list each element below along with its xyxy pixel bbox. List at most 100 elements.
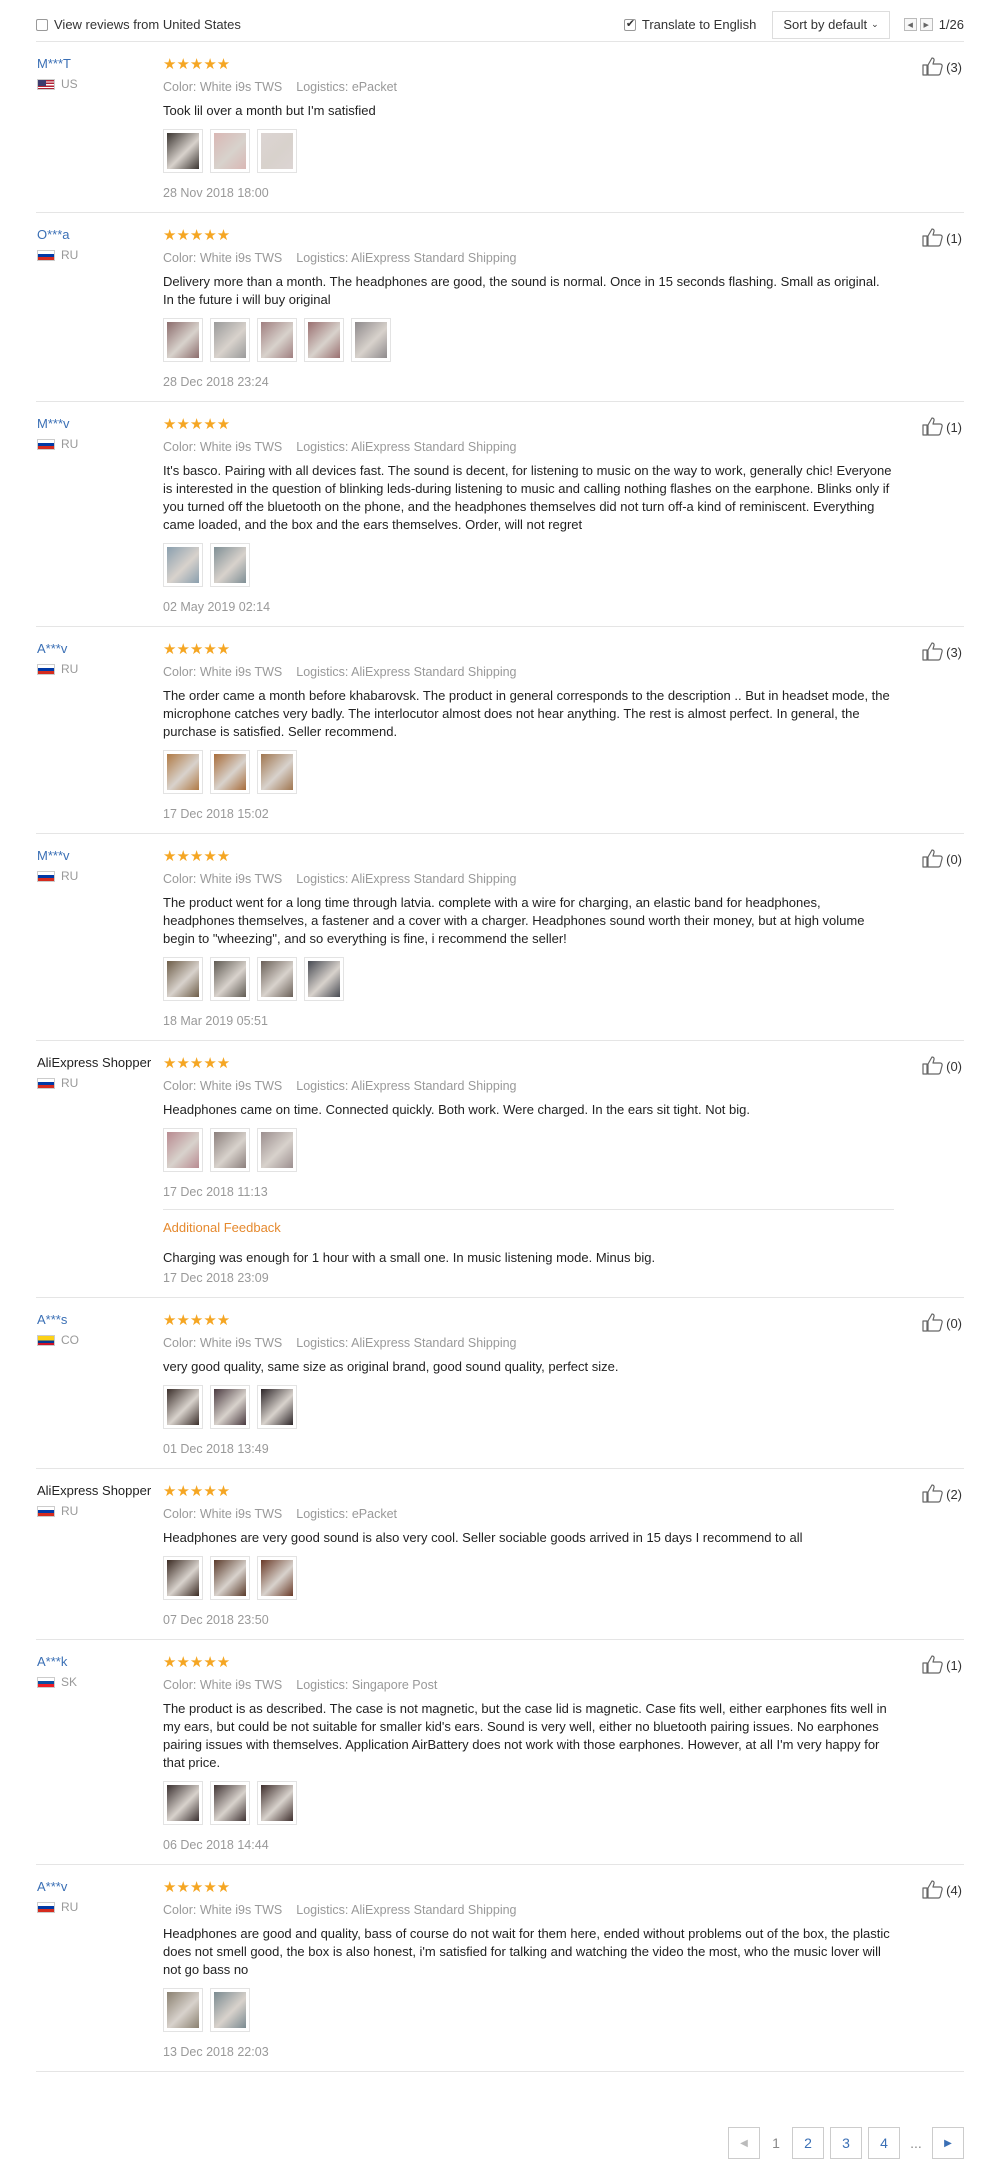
- reviewer-info: AliExpress Shopper RU: [37, 1055, 157, 1090]
- helpful-count: (3): [946, 60, 962, 75]
- review-photo[interactable]: [163, 957, 203, 1001]
- review-photo[interactable]: [304, 318, 344, 362]
- review-content: ★★★★★ Color: White i9s TWS Logistics: Sing…: [163, 1640, 964, 1864]
- pagination-ellipsis: ...: [906, 2127, 926, 2159]
- review-photo[interactable]: [163, 1128, 203, 1172]
- review-photo[interactable]: [163, 318, 203, 362]
- translate-toggle[interactable]: Translate to English: [623, 17, 757, 32]
- review-photo[interactable]: [351, 318, 391, 362]
- thumbs-up-icon: [922, 1055, 946, 1078]
- helpful-button[interactable]: (1): [922, 416, 962, 439]
- reviewer-name: AliExpress Shopper: [37, 1055, 152, 1070]
- flag-icon: [37, 1334, 55, 1346]
- sort-dropdown[interactable]: Sort by default ⌄: [772, 10, 890, 39]
- reviewer-name[interactable]: A***s: [37, 1312, 157, 1327]
- logistics: Logistics: Singapore Post: [296, 1678, 438, 1692]
- photo-thumbnail: [261, 1560, 293, 1596]
- review-photos: [163, 1128, 894, 1172]
- review-content: ★★★★★ Color: White i9s TWS Logistics: ePac…: [163, 1469, 964, 1639]
- review-photo[interactable]: [257, 1781, 297, 1825]
- review-photo[interactable]: [210, 1385, 250, 1429]
- helpful-button[interactable]: (3): [922, 56, 962, 79]
- review-photo[interactable]: [163, 1988, 203, 2032]
- review-photo[interactable]: [257, 1385, 297, 1429]
- review-text: very good quality, same size as original…: [163, 1359, 619, 1374]
- review-photos: [163, 1556, 894, 1600]
- photo-thumbnail: [167, 1389, 199, 1425]
- review-photo[interactable]: [163, 1556, 203, 1600]
- translate-checkbox[interactable]: [623, 17, 636, 31]
- product-color: Color: White i9s TWS: [163, 665, 283, 679]
- review-photo[interactable]: [304, 957, 344, 1001]
- review-photo[interactable]: [257, 129, 297, 173]
- photo-thumbnail: [261, 1132, 293, 1168]
- review-photo[interactable]: [210, 318, 250, 362]
- reviewer-name[interactable]: A***v: [37, 1879, 157, 1894]
- helpful-button[interactable]: (3): [922, 641, 962, 664]
- review-photo[interactable]: [257, 318, 297, 362]
- review-photo[interactable]: [257, 1128, 297, 1172]
- reviewer-info: O***a RU: [37, 227, 157, 262]
- review-photo[interactable]: [163, 1385, 203, 1429]
- photo-thumbnail: [214, 1785, 246, 1821]
- helpful-button[interactable]: (1): [922, 1654, 962, 1677]
- review-photo[interactable]: [210, 129, 250, 173]
- view-from-us-filter[interactable]: View reviews from United States: [36, 17, 241, 32]
- view-from-us-checkbox[interactable]: [36, 18, 48, 31]
- helpful-button[interactable]: (0): [922, 1055, 962, 1078]
- review-photo[interactable]: [163, 129, 203, 173]
- country-code: RU: [61, 1504, 79, 1518]
- review-date: 17 Dec 2018 11:13: [163, 1185, 268, 1199]
- translate-label: Translate to English: [641, 17, 757, 32]
- review-photo[interactable]: [210, 1988, 250, 2032]
- reviewer-name[interactable]: A***k: [37, 1654, 157, 1669]
- helpful-button[interactable]: (0): [922, 848, 962, 871]
- review-photo[interactable]: [210, 750, 250, 794]
- reviewer-name[interactable]: M***v: [37, 848, 157, 863]
- helpful-button[interactable]: (0): [922, 1312, 962, 1335]
- next-page-icon[interactable]: ▶: [919, 18, 933, 31]
- review-meta: Color: White i9s TWS Logistics: AliExpres…: [163, 872, 894, 886]
- review-photo[interactable]: [257, 1556, 297, 1600]
- review-text: Took lil over a month but I'm satisfied: [163, 103, 376, 118]
- flag-icon: [37, 870, 55, 882]
- review-content: ★★★★★ Color: White i9s TWS Logistics: AliE…: [163, 213, 964, 401]
- product-color: Color: White i9s TWS: [163, 1678, 283, 1692]
- photo-thumbnail: [167, 133, 199, 169]
- review-photo[interactable]: [257, 957, 297, 1001]
- pagination-page-4[interactable]: 4: [868, 2127, 900, 2159]
- review-content: ★★★★★ Color: White i9s TWS Logistics: ePac…: [163, 42, 964, 212]
- reviewer-name[interactable]: M***T: [37, 56, 157, 71]
- review-photo[interactable]: [163, 543, 203, 587]
- review-photo[interactable]: [210, 1781, 250, 1825]
- review-photo[interactable]: [163, 750, 203, 794]
- reviewer-country: RU: [37, 662, 157, 676]
- review-photos: [163, 750, 894, 794]
- prev-page-icon[interactable]: ◀: [903, 18, 917, 31]
- review-photo[interactable]: [210, 1556, 250, 1600]
- review-photo[interactable]: [210, 957, 250, 1001]
- review-photo[interactable]: [210, 1128, 250, 1172]
- pagination-prev-button[interactable]: ◀: [728, 2127, 760, 2159]
- photo-thumbnail: [167, 322, 199, 358]
- photo-thumbnail: [167, 1132, 199, 1168]
- reviewer-name[interactable]: M***v: [37, 416, 157, 431]
- review-content: ★★★★★ Color: White i9s TWS Logistics: AliE…: [163, 1865, 964, 2071]
- star-rating: ★★★★★: [163, 415, 231, 433]
- helpful-button[interactable]: (1): [922, 227, 962, 250]
- photo-thumbnail: [214, 961, 246, 997]
- review-photo[interactable]: [210, 543, 250, 587]
- helpful-button[interactable]: (4): [922, 1879, 962, 1902]
- review-photo[interactable]: [257, 750, 297, 794]
- reviewer-name[interactable]: O***a: [37, 227, 157, 242]
- helpful-button[interactable]: (2): [922, 1483, 962, 1506]
- review-photos: [163, 1988, 894, 2032]
- reviewer-name[interactable]: A***v: [37, 641, 157, 656]
- page-indicator: 1/26: [938, 17, 964, 32]
- review-photo[interactable]: [163, 1781, 203, 1825]
- pagination-next-button[interactable]: ▶: [932, 2127, 964, 2159]
- photo-thumbnail: [261, 133, 293, 169]
- pagination-page-3[interactable]: 3: [830, 2127, 862, 2159]
- review-meta: Color: White i9s TWS Logistics: AliExpres…: [163, 440, 894, 454]
- pagination-page-2[interactable]: 2: [792, 2127, 824, 2159]
